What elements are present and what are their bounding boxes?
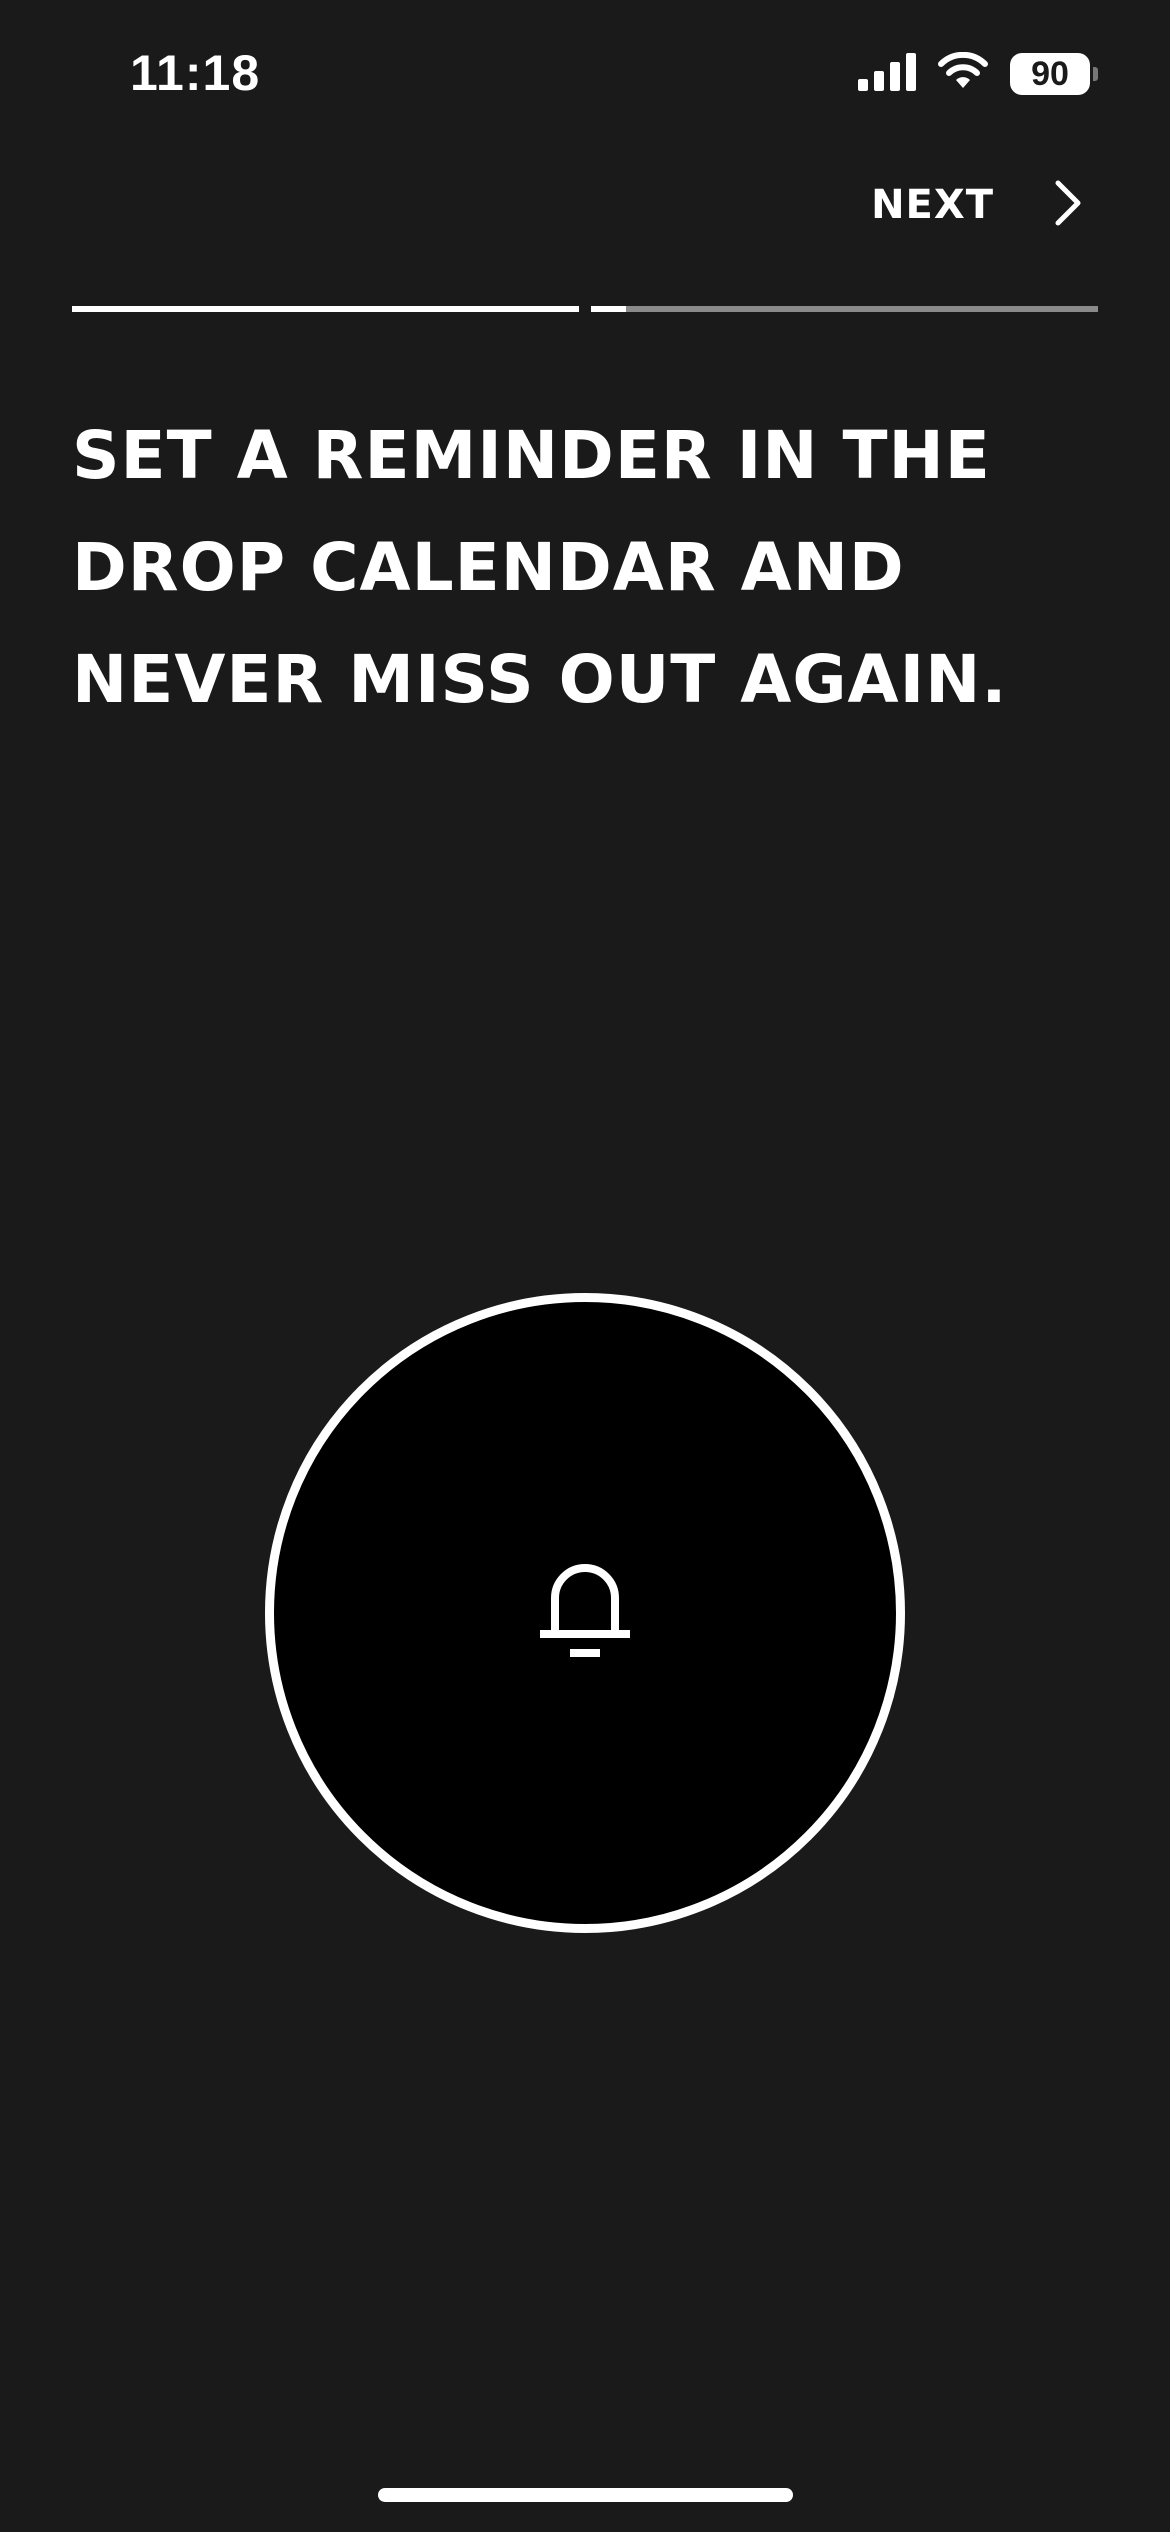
next-label: NEXT [871,182,994,228]
progress-segment-2 [591,306,1098,312]
set-reminder-button[interactable] [265,1293,905,1933]
battery-icon: 90 [1010,53,1098,95]
status-time: 11:18 [130,45,261,101]
chevron-right-icon [1054,180,1082,230]
bell-icon [510,1536,660,1690]
progress-segment-1 [72,306,579,312]
status-icons: 90 [858,51,1098,96]
cellular-signal-icon [858,53,916,95]
wifi-icon [936,51,990,96]
page-title: SET A REMINDER IN THE DROP CALENDAR AND … [72,417,1008,718]
battery-level: 90 [1031,54,1069,93]
progress-segment-2-fill [591,306,627,312]
onboarding-progress [72,306,1098,314]
progress-segment-1-fill [72,306,579,312]
status-bar: 11:18 90 [0,0,1170,150]
next-button[interactable]: NEXT [871,180,1082,230]
home-indicator[interactable] [378,2488,793,2502]
